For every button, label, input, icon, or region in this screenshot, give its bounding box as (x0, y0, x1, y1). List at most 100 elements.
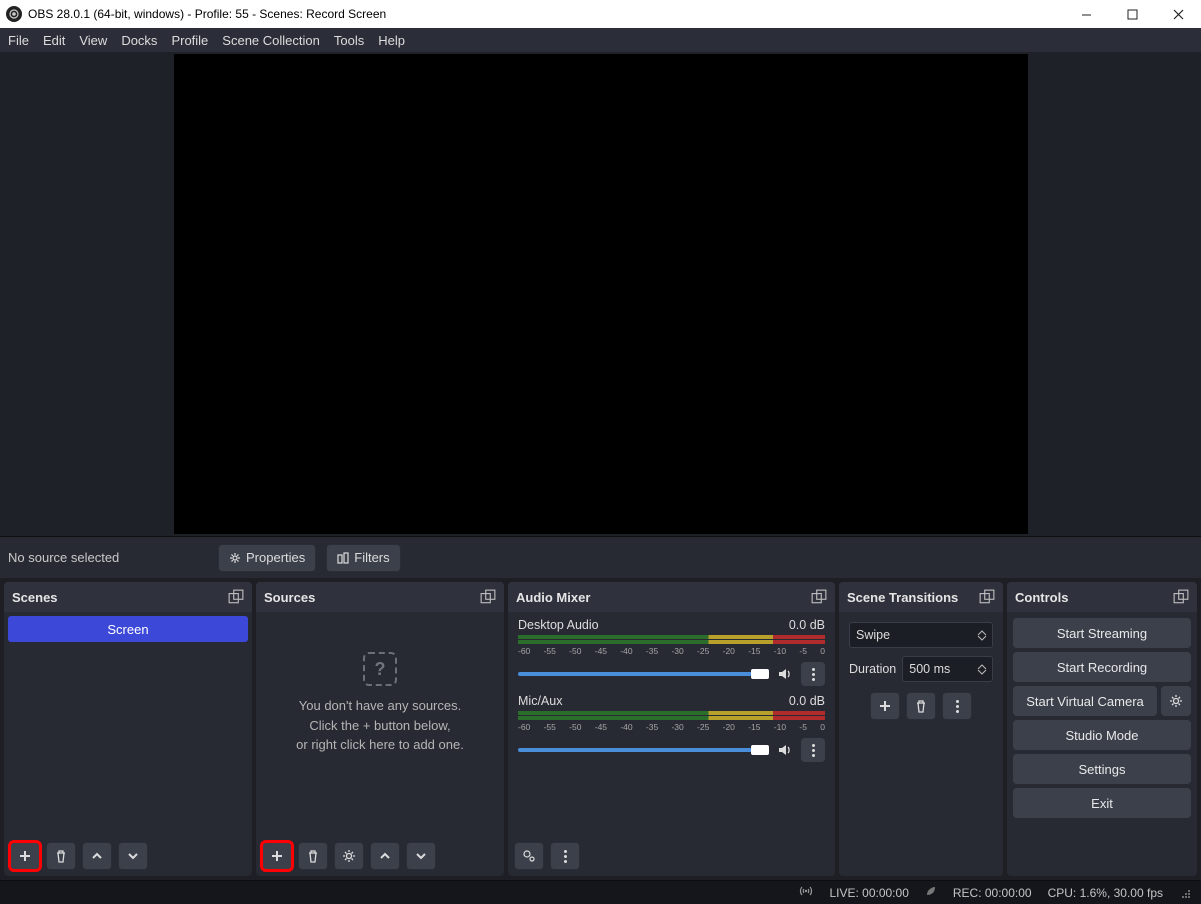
sources-list[interactable]: ? You don't have any sources. Click the … (256, 612, 504, 836)
undock-icon[interactable] (480, 589, 496, 605)
volume-slider[interactable] (518, 748, 769, 752)
source-down-button[interactable] (406, 842, 436, 870)
menu-view[interactable]: View (79, 33, 107, 48)
menu-scene-collection[interactable]: Scene Collection (222, 33, 320, 48)
chevron-up-icon (91, 850, 103, 862)
scene-up-button[interactable] (82, 842, 112, 870)
minimize-button[interactable] (1063, 0, 1109, 28)
window-title: OBS 28.0.1 (64-bit, windows) - Profile: … (28, 7, 386, 21)
status-cpu: CPU: 1.6%, 30.00 fps (1048, 886, 1163, 900)
chevron-down-icon (127, 850, 139, 862)
broadcast-icon (799, 884, 813, 901)
audio-meter (518, 640, 825, 644)
gear-icon (229, 552, 241, 564)
start-streaming-button[interactable]: Start Streaming (1013, 618, 1191, 648)
preview-canvas[interactable] (174, 54, 1028, 534)
maximize-button[interactable] (1109, 0, 1155, 28)
scenes-list[interactable]: Screen (4, 612, 252, 836)
filters-button[interactable]: Filters (326, 544, 400, 572)
scene-item[interactable]: Screen (8, 616, 248, 642)
resize-grip-icon[interactable] (1179, 887, 1191, 899)
obs-icon (6, 6, 22, 22)
menu-tools[interactable]: Tools (334, 33, 364, 48)
audio-channel: Mic/Aux 0.0 dB -60-55-50-45-40-35-30-25-… (508, 688, 835, 764)
question-icon: ? (363, 652, 397, 686)
spinner-arrows-icon (978, 664, 986, 675)
source-properties-button[interactable] (334, 842, 364, 870)
properties-button[interactable]: Properties (218, 544, 316, 572)
scenes-title: Scenes (12, 590, 58, 605)
add-source-button[interactable] (262, 842, 292, 870)
source-up-button[interactable] (370, 842, 400, 870)
audio-channel-db: 0.0 dB (789, 618, 825, 632)
volume-slider[interactable] (518, 672, 769, 676)
window-titlebar: OBS 28.0.1 (64-bit, windows) - Profile: … (0, 0, 1201, 28)
remove-transition-button[interactable] (906, 692, 936, 720)
menu-file[interactable]: File (8, 33, 29, 48)
audio-options-button[interactable] (550, 842, 580, 870)
sources-empty-state: ? You don't have any sources. Click the … (256, 652, 504, 755)
undock-icon[interactable] (979, 589, 995, 605)
chevron-down-icon (415, 850, 427, 862)
remove-source-button[interactable] (298, 842, 328, 870)
add-scene-button[interactable] (10, 842, 40, 870)
speaker-icon[interactable] (775, 740, 795, 760)
status-rec: REC: 00:00:00 (953, 886, 1032, 900)
advanced-audio-button[interactable] (514, 842, 544, 870)
chevron-up-icon (379, 850, 391, 862)
menu-docks[interactable]: Docks (121, 33, 157, 48)
gear-icon (1169, 694, 1183, 708)
add-transition-button[interactable] (870, 692, 900, 720)
virtual-camera-settings-button[interactable] (1161, 686, 1191, 716)
gear-icon (342, 849, 356, 863)
transitions-panel: Scene Transitions Swipe Duration (839, 582, 1003, 876)
audio-channel-db: 0.0 dB (789, 694, 825, 708)
plus-icon (270, 849, 284, 863)
gear-sliders-icon (522, 849, 536, 863)
audio-menu-button[interactable] (801, 738, 825, 762)
leaf-icon (925, 885, 937, 900)
start-recording-button[interactable]: Start Recording (1013, 652, 1191, 682)
menubar: File Edit View Docks Profile Scene Colle… (0, 28, 1201, 52)
duration-spinner[interactable]: 500 ms (902, 656, 993, 682)
speaker-icon[interactable] (775, 664, 795, 684)
audio-meter (518, 711, 825, 715)
audio-mixer-panel: Audio Mixer Desktop Audio 0.0 dB (508, 582, 835, 876)
duration-label: Duration (849, 662, 896, 676)
undock-icon[interactable] (811, 589, 827, 605)
undock-icon[interactable] (1173, 589, 1189, 605)
menu-help[interactable]: Help (378, 33, 405, 48)
transition-select[interactable]: Swipe (849, 622, 993, 648)
remove-scene-button[interactable] (46, 842, 76, 870)
menu-edit[interactable]: Edit (43, 33, 65, 48)
trash-icon (54, 849, 68, 863)
scenes-panel: Scenes Screen (4, 582, 252, 876)
settings-button[interactable]: Settings (1013, 754, 1191, 784)
sources-title: Sources (264, 590, 315, 605)
sources-panel: Sources ? You don't have any sources. Cl… (256, 582, 504, 876)
dots-vertical-icon (956, 700, 959, 713)
menu-profile[interactable]: Profile (171, 33, 208, 48)
transition-options-button[interactable] (942, 692, 972, 720)
audio-meter (518, 635, 825, 639)
audio-title: Audio Mixer (516, 590, 590, 605)
dots-vertical-icon (564, 850, 567, 863)
studio-mode-button[interactable]: Studio Mode (1013, 720, 1191, 750)
plus-icon (18, 849, 32, 863)
start-virtual-camera-button[interactable]: Start Virtual Camera (1013, 686, 1157, 716)
close-button[interactable] (1155, 0, 1201, 28)
filters-icon (337, 552, 349, 564)
controls-title: Controls (1015, 590, 1068, 605)
plus-icon (878, 699, 892, 713)
trash-icon (306, 849, 320, 863)
scene-down-button[interactable] (118, 842, 148, 870)
audio-channel-name: Mic/Aux (518, 694, 562, 708)
audio-channel: Desktop Audio 0.0 dB -60-55-50-45-40-35-… (508, 612, 835, 688)
source-toolbar: No source selected Properties Filters (0, 536, 1201, 578)
trash-icon (914, 699, 928, 713)
undock-icon[interactable] (228, 589, 244, 605)
exit-button[interactable]: Exit (1013, 788, 1191, 818)
status-live: LIVE: 00:00:00 (829, 886, 908, 900)
audio-channel-name: Desktop Audio (518, 618, 599, 632)
audio-menu-button[interactable] (801, 662, 825, 686)
